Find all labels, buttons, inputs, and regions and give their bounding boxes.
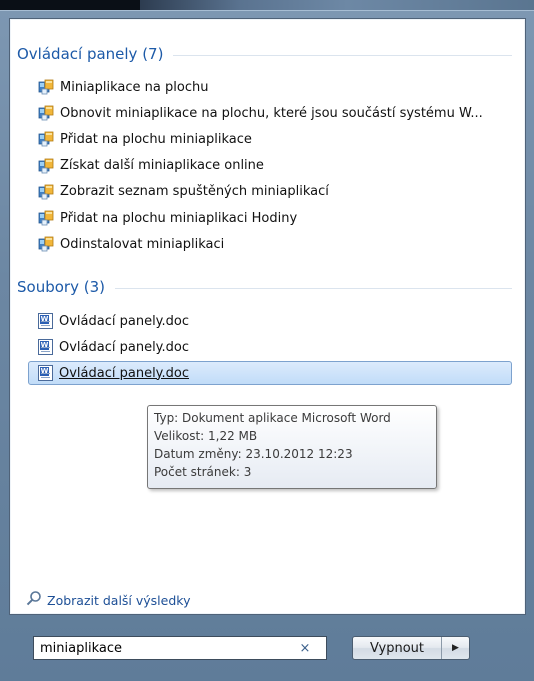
tooltip-size: Velikost: 1,22 MB [154, 429, 258, 443]
group-divider [114, 287, 512, 289]
control-panel-item-label: Přidat na plochu miniaplikaci Hodiny [60, 210, 298, 226]
tooltip-type: Typ: Dokument aplikace Microsoft Word [154, 411, 391, 425]
group-divider [173, 54, 512, 56]
control-panel-icon [38, 79, 54, 95]
group-title: Soubory (3) [17, 278, 105, 296]
control-panel-icon [38, 184, 54, 200]
tooltip-pages: Počet stránek: 3 [154, 465, 252, 479]
file-item-label: Ovládací panely.doc [59, 339, 190, 355]
control-panel-item[interactable]: Přidat na plochu miniaplikace [38, 127, 518, 151]
group-header-control-panel: Ovládací panely (7) [17, 42, 512, 66]
shutdown-button-group: Vypnout ▶ [352, 636, 470, 660]
file-item[interactable]: W Ovládací panely.doc [38, 309, 518, 333]
control-panel-item-label: Obnovit miniaplikace na plochu, které js… [60, 105, 483, 121]
control-panel-icon [38, 210, 54, 226]
more-results-link[interactable]: Zobrazit další výsledky [26, 590, 190, 610]
file-item-label: Ovládací panely.doc [59, 313, 190, 329]
control-panel-icon [38, 158, 54, 174]
control-panel-item[interactable]: Získat další miniaplikace online [38, 154, 518, 178]
group-title: Ovládací panely (7) [17, 45, 164, 63]
control-panel-item-label: Získat další miniaplikace online [60, 158, 264, 174]
search-box: × [33, 636, 327, 660]
control-panel-item[interactable]: Přidat na plochu miniaplikaci Hodiny [38, 206, 518, 230]
file-info-tooltip: Typ: Dokument aplikace Microsoft Word Ve… [147, 405, 437, 489]
control-panel-item[interactable]: Zobrazit seznam spuštěných miniaplikací [38, 180, 518, 204]
search-input[interactable] [34, 638, 295, 658]
control-panel-item[interactable]: Odinstalovat miniaplikaci [38, 232, 518, 256]
control-panel-item[interactable]: Miniaplikace na plochu [38, 75, 518, 99]
word-document-icon: W [38, 365, 53, 381]
file-item[interactable]: W Ovládací panely.doc [38, 335, 518, 359]
more-results-label: Zobrazit další výsledky [47, 592, 191, 608]
clear-search-button[interactable]: × [295, 641, 315, 656]
control-panel-icon [38, 105, 54, 121]
control-panel-item[interactable]: Obnovit miniaplikace na plochu, které js… [38, 101, 518, 125]
file-item-label: Ovládací panely.doc [59, 365, 190, 381]
control-panel-item-label: Přidat na plochu miniaplikace [60, 131, 252, 147]
tooltip-modified: Datum změny: 23.10.2012 12:23 [154, 447, 353, 461]
file-item[interactable]: W Ovládací panely.doc [28, 361, 512, 385]
shutdown-options-button[interactable]: ▶ [442, 637, 469, 659]
control-panel-item-label: Zobrazit seznam spuštěných miniaplikací [60, 184, 329, 200]
group-header-files: Soubory (3) [17, 275, 512, 299]
control-panel-icon [38, 131, 54, 147]
control-panel-item-label: Miniaplikace na plochu [60, 79, 209, 95]
control-panel-item-label: Odinstalovat miniaplikaci [60, 236, 225, 252]
shutdown-button[interactable]: Vypnout [353, 637, 442, 659]
word-document-icon: W [38, 339, 53, 355]
control-panel-icon [38, 236, 54, 252]
word-document-icon: W [38, 313, 53, 329]
search-icon [26, 590, 42, 610]
